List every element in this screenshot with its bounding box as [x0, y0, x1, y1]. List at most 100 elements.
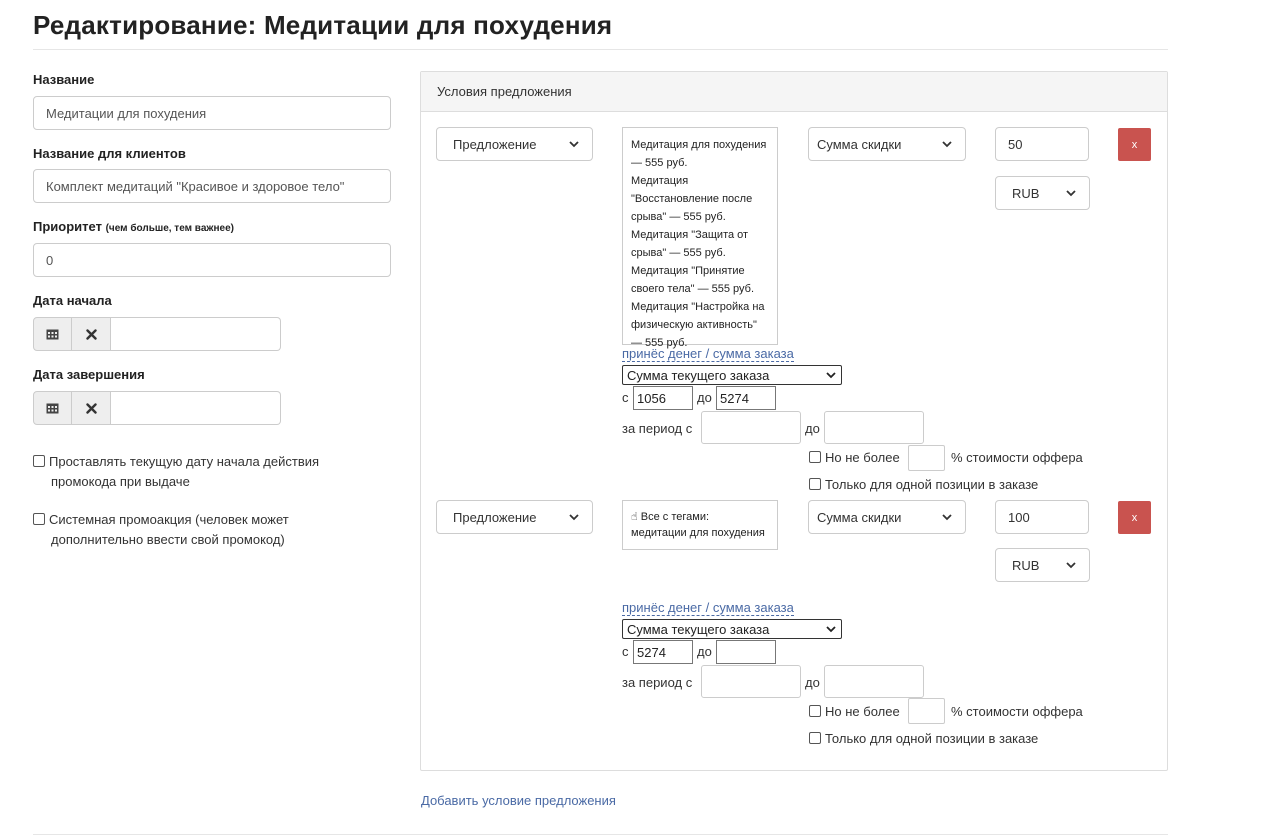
- currency-select[interactable]: RUB: [995, 548, 1090, 582]
- delete-condition-button[interactable]: x: [1118, 501, 1151, 534]
- period-to-label: до: [805, 675, 820, 690]
- auto-start-date-text-1: Проставлять текущую дату начала действия: [49, 454, 320, 469]
- start-date-input[interactable]: [111, 317, 281, 351]
- name-label: Название: [33, 72, 95, 87]
- tags-box: ☝ Все с тегами: медитации для похудения: [622, 500, 778, 550]
- product-item: Медитация "Восстановление после срыва" —…: [631, 175, 753, 223]
- discount-type-value: Сумма скидки: [817, 509, 902, 525]
- system-promo-text-1: Системная промоакция (человек может: [49, 512, 289, 527]
- period-to-label: до: [805, 421, 820, 436]
- money-sum-link[interactable]: принёс денег / сумма заказа: [622, 601, 794, 616]
- auto-start-date-option: Проставлять текущую дату начала действия…: [33, 452, 363, 492]
- discount-type-select[interactable]: Сумма скидки: [808, 500, 966, 534]
- priority-label: Приоритет (чем больше, тем важнее): [33, 219, 234, 234]
- single-position-text: Только для одной позиции в заказе: [825, 477, 1039, 492]
- tags-title: Все с тегами:: [640, 511, 710, 523]
- period-from-input[interactable]: [701, 665, 801, 698]
- product-item: Медитация "Принятие своего тела" — 555 р…: [631, 265, 755, 295]
- add-condition-link[interactable]: Добавить условие предложения: [421, 793, 616, 808]
- limit-suffix: % стоимости оффера: [951, 450, 1083, 465]
- name-input[interactable]: [33, 96, 391, 130]
- system-promo-option: Системная промоакция (человек может допо…: [33, 510, 363, 550]
- priority-hint: (чем больше, тем важнее): [105, 223, 234, 234]
- priority-input[interactable]: [33, 243, 391, 277]
- bottom-divider: [33, 834, 1168, 835]
- sum-from-input[interactable]: [633, 386, 693, 410]
- start-date-label: Дата начала: [33, 293, 112, 308]
- single-position-option: Только для одной позиции в заказе: [809, 731, 1038, 746]
- limit-checkbox[interactable]: [809, 451, 821, 463]
- limit-percent-input[interactable]: [908, 445, 945, 471]
- auto-start-date-text-2: промокода при выдаче: [51, 474, 190, 489]
- to-label: до: [697, 644, 712, 659]
- single-position-checkbox[interactable]: [809, 478, 821, 490]
- chevron-down-icon: [826, 626, 836, 633]
- client-name-input[interactable]: [33, 169, 391, 203]
- order-sum-value: Сумма текущего заказа: [627, 367, 770, 383]
- product-item: Медитация "Защита от срыва" — 555 руб.: [631, 229, 749, 259]
- product-item: Медитация для похудения — 555 руб.: [631, 139, 767, 169]
- currency-select[interactable]: RUB: [995, 176, 1090, 210]
- single-position-text: Только для одной позиции в заказе: [825, 731, 1039, 746]
- system-promo-checkbox[interactable]: [33, 513, 45, 525]
- clear-date-icon[interactable]: [72, 317, 111, 351]
- limit-checkbox[interactable]: [809, 705, 821, 717]
- auto-start-date-checkbox[interactable]: [33, 455, 45, 467]
- panel-title: Условия предложения: [437, 84, 572, 99]
- hand-pointer-icon: ☝: [631, 511, 638, 523]
- client-name-label: Название для клиентов: [33, 146, 186, 161]
- page-title: Редактирование: Медитации для похудения: [33, 10, 613, 40]
- product-item: Медитация "Настройка на физическую актив…: [631, 301, 765, 349]
- discount-amount-input[interactable]: [995, 500, 1089, 534]
- currency-value: RUB: [1012, 185, 1040, 201]
- products-list: Медитация для похудения — 555 руб. Медит…: [622, 127, 778, 349]
- sum-to-input[interactable]: [716, 386, 776, 410]
- limit-prefix: Но не более: [825, 704, 900, 719]
- condition-type-select[interactable]: Предложение: [436, 127, 593, 161]
- limit-option: Но не более: [809, 450, 900, 465]
- order-sum-select[interactable]: Сумма текущего заказа: [622, 619, 842, 639]
- single-position-checkbox[interactable]: [809, 732, 821, 744]
- condition-type-value: Предложение: [453, 136, 537, 152]
- chevron-down-icon: [569, 141, 579, 148]
- chevron-down-icon: [569, 514, 579, 521]
- delete-condition-button[interactable]: x: [1118, 128, 1151, 161]
- single-position-option: Только для одной позиции в заказе: [809, 477, 1038, 492]
- limit-suffix: % стоимости оффера: [951, 704, 1083, 719]
- calendar-icon[interactable]: [33, 317, 72, 351]
- currency-value: RUB: [1012, 557, 1040, 573]
- period-from-label: за период с: [622, 421, 693, 436]
- calendar-icon[interactable]: [33, 391, 72, 425]
- money-sum-link[interactable]: принёс денег / сумма заказа: [622, 347, 794, 362]
- end-date-input[interactable]: [111, 391, 281, 425]
- limit-percent-input[interactable]: [908, 698, 945, 724]
- clear-date-icon[interactable]: [72, 391, 111, 425]
- end-date-label: Дата завершения: [33, 367, 145, 382]
- system-promo-text-2: дополнительно ввести свой промокод): [51, 532, 285, 547]
- chevron-down-icon: [1066, 190, 1076, 197]
- discount-type-value: Сумма скидки: [817, 136, 902, 152]
- end-date-group: [33, 391, 281, 425]
- tags-value: медитации для похудения: [631, 527, 765, 539]
- from-label: с: [622, 644, 629, 659]
- discount-type-select[interactable]: Сумма скидки: [808, 127, 966, 161]
- limit-prefix: Но не более: [825, 450, 900, 465]
- to-label: до: [697, 390, 712, 405]
- period-to-input[interactable]: [824, 411, 924, 444]
- sum-from-input[interactable]: [633, 640, 693, 664]
- discount-amount-input[interactable]: [995, 127, 1089, 161]
- period-from-input[interactable]: [701, 411, 801, 444]
- from-label: с: [622, 390, 629, 405]
- limit-option: Но не более: [809, 704, 900, 719]
- order-sum-value: Сумма текущего заказа: [627, 621, 770, 637]
- condition-type-select[interactable]: Предложение: [436, 500, 593, 534]
- order-sum-select[interactable]: Сумма текущего заказа: [622, 365, 842, 385]
- panel-header: Условия предложения: [421, 72, 1167, 112]
- condition-type-value: Предложение: [453, 509, 537, 525]
- period-to-input[interactable]: [824, 665, 924, 698]
- start-date-group: [33, 317, 281, 351]
- priority-label-text: Приоритет: [33, 219, 102, 234]
- sum-to-input[interactable]: [716, 640, 776, 664]
- chevron-down-icon: [942, 514, 952, 521]
- period-from-label: за период с: [622, 675, 693, 690]
